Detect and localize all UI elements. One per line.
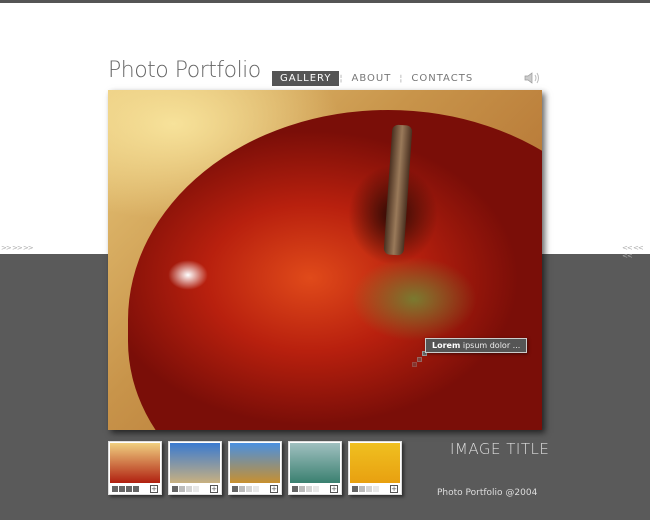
nav-contacts[interactable]: CONTACTS [403,71,481,86]
enlarge-icon[interactable]: + [210,484,218,493]
tooltip-dot [417,357,422,362]
nav-gallery[interactable]: GALLERY [272,71,340,86]
photo-tooltip: Lorem ipsum dolor ... [425,338,528,353]
rating-square[interactable] [186,485,192,492]
rating-square[interactable] [306,485,312,492]
rating-square[interactable] [366,485,372,492]
top-border [0,0,650,3]
thumbnail-lemons[interactable]: + [348,441,402,495]
thumbnail-image [350,443,400,483]
thumbnail-beach[interactable]: + [168,441,222,495]
rating-square[interactable] [292,485,298,492]
footer-copyright: Photo Portfolio @2004 [437,488,538,498]
rating-square[interactable] [133,485,139,492]
rating-bar: + [290,483,340,494]
rating-bar: + [350,483,400,494]
rating-square[interactable] [112,485,118,492]
image-title: IMAGE TITLE [450,440,550,458]
rating-square[interactable] [239,485,245,492]
enlarge-icon[interactable]: + [270,484,278,493]
rating-square[interactable] [193,485,199,492]
main-photo [108,90,542,430]
rating-square[interactable] [299,485,305,492]
thumbnail-image [170,443,220,483]
thumbnail-apple[interactable]: + [108,441,162,495]
rating-square[interactable] [232,485,238,492]
thumbnail-boat[interactable]: + [288,441,342,495]
tooltip-bold: Lorem [432,341,461,350]
main-nav: GALLERY ¦ ABOUT ¦ CONTACTS [272,71,481,86]
highlight [168,260,208,290]
rating-square[interactable] [253,485,259,492]
thumbnail-image [110,443,160,483]
thumbnail-tree[interactable]: + [228,441,282,495]
thumbnail-strip: + + + + + [108,441,402,495]
rating-square[interactable] [373,485,379,492]
speaker-icon[interactable] [524,71,540,85]
rating-bar: + [110,483,160,494]
rating-square[interactable] [246,485,252,492]
logo: Photo Portfolio [108,58,261,83]
rating-square[interactable] [119,485,125,492]
enlarge-icon[interactable]: + [390,484,398,493]
enlarge-icon[interactable]: + [330,484,338,493]
rating-square[interactable] [359,485,365,492]
rating-bar: + [230,483,280,494]
nav-about[interactable]: ABOUT [344,71,400,86]
prev-arrows[interactable]: >> >> >> [1,244,34,252]
enlarge-icon[interactable]: + [150,484,158,493]
rating-square[interactable] [179,485,185,492]
rating-square[interactable] [313,485,319,492]
thumbnail-image [290,443,340,483]
rating-bar: + [170,483,220,494]
next-arrows[interactable]: << << << [622,244,650,260]
thumbnail-image [230,443,280,483]
tooltip-dot [412,362,417,367]
tooltip-text: ipsum dolor ... [460,341,521,350]
rating-square[interactable] [352,485,358,492]
rating-square[interactable] [172,485,178,492]
rating-square[interactable] [126,485,132,492]
